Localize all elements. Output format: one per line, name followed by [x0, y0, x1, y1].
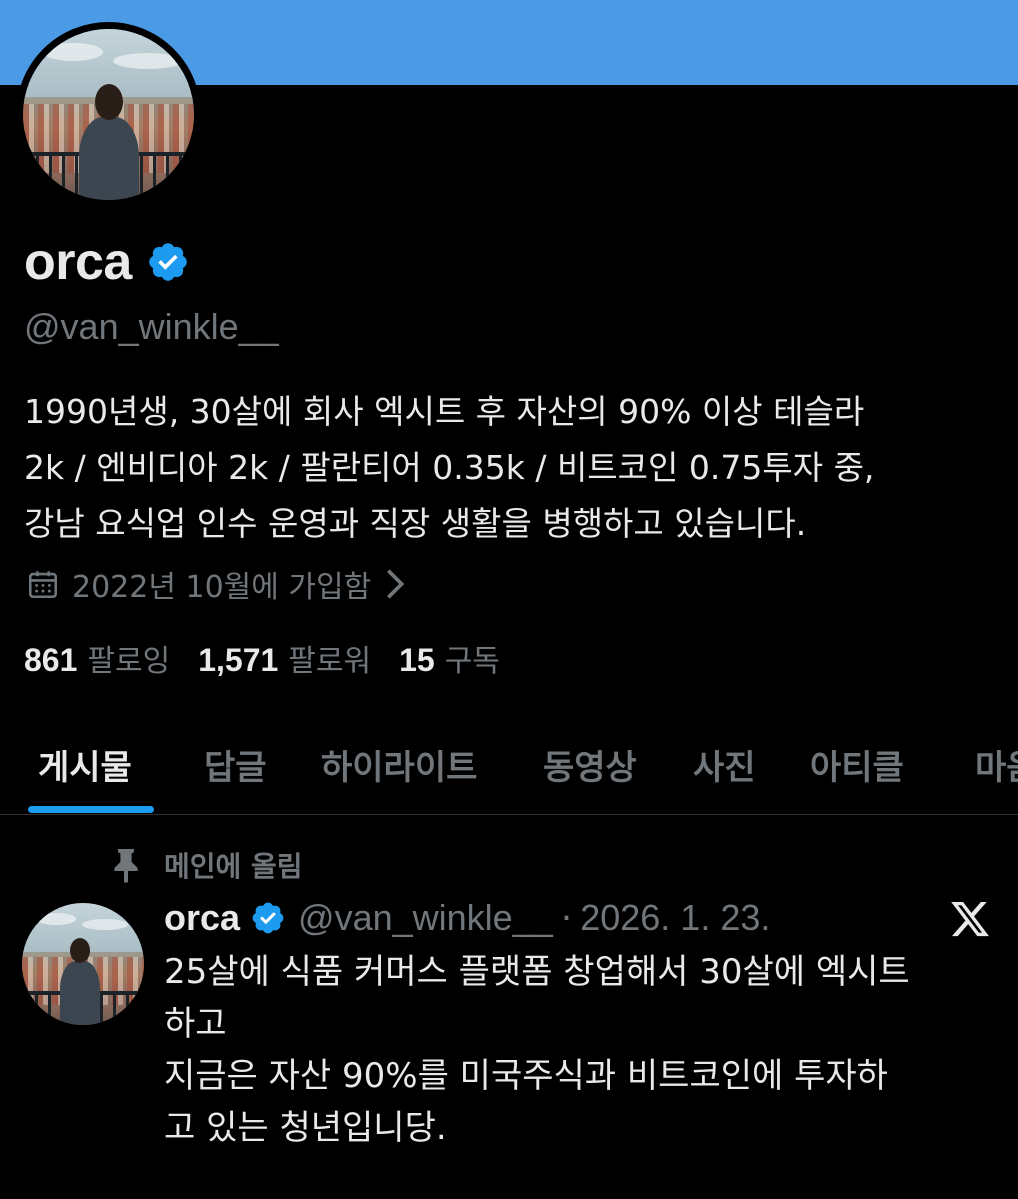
- bio-line: 2k / 엔비디아 2k / 팔란티어 0.35k / 비트코인 0.75투자 …: [24, 448, 875, 487]
- tweet-author-avatar[interactable]: [22, 903, 144, 1025]
- profile-tabs: 게시물 답글 하이라이트 동영상 사진 아티클 마음: [0, 710, 1018, 814]
- tweet-date[interactable]: 2026. 1. 23.: [580, 897, 770, 939]
- verified-badge-icon[interactable]: [146, 240, 190, 284]
- profile-display-name: orca: [24, 233, 132, 291]
- following-stat[interactable]: 861 팔로잉: [24, 636, 170, 680]
- tabs-divider: [0, 814, 1018, 815]
- profile-avatar[interactable]: [16, 22, 201, 207]
- tab-replies[interactable]: 답글: [204, 740, 267, 789]
- tab-likes[interactable]: 마음: [975, 740, 1018, 789]
- pinned-label-row: 메인에 올림: [112, 845, 303, 885]
- tweet-header: orca @van_winkle__ · 2026. 1. 23.: [164, 897, 770, 939]
- subscriptions-count: 15: [399, 642, 435, 678]
- tab-photos[interactable]: 사진: [693, 740, 756, 789]
- tweet-text-line: 하고: [164, 1004, 227, 1044]
- subscriptions-label: 구독: [444, 644, 500, 679]
- tab-articles[interactable]: 아티클: [810, 740, 904, 789]
- pinned-label: 메인에 올림: [164, 850, 303, 883]
- active-tab-indicator: [28, 806, 154, 813]
- tweet-author-name[interactable]: orca: [164, 897, 240, 939]
- pin-icon: [114, 849, 138, 883]
- tweet-text-line: 지금은 자산 90%를 미국주식과 비트코인에 투자하: [164, 1056, 888, 1096]
- bio-line: 1990년생, 30살에 회사 엑시트 후 자산의 90% 이상 테슬라: [24, 392, 865, 431]
- tweet-text-line: 25살에 식품 커머스 플랫폼 창업해서 30살에 엑시트: [164, 952, 910, 992]
- profile-stats: 861 팔로잉 1,571 팔로워 15 구독: [24, 636, 528, 680]
- tweet-text-line: 고 있는 청년입니당.: [164, 1108, 447, 1148]
- tab-highlights[interactable]: 하이라이트: [321, 740, 477, 789]
- separator-dot: ·: [560, 897, 573, 939]
- profile-name-row: orca: [24, 232, 190, 292]
- joined-date-row[interactable]: 2022년 10월에 가입함: [26, 562, 417, 606]
- x-logo-icon: [951, 901, 989, 937]
- bio-line: 강남 요식업 인수 운영과 직장 생활을 병행하고 있습니다.: [24, 504, 807, 543]
- tweet-author-handle[interactable]: @van_winkle__: [298, 897, 553, 939]
- profile-handle: @van_winkle__: [24, 306, 279, 347]
- profile-bio: 1990년생, 30살에 회사 엑시트 후 자산의 90% 이상 테슬라 2k …: [24, 384, 1004, 552]
- followers-label: 팔로워: [288, 644, 372, 679]
- following-label: 팔로잉: [87, 644, 171, 679]
- tab-videos[interactable]: 동영상: [543, 740, 637, 789]
- chevron-right-icon: [387, 569, 405, 599]
- tweet-text: 25살에 식품 커머스 플랫폼 창업해서 30살에 엑시트 하고 지금은 자산 …: [164, 946, 994, 1154]
- following-count: 861: [24, 642, 78, 678]
- calendar-icon: [28, 571, 58, 599]
- joined-date-text: 2022년 10월에 가입함: [72, 570, 372, 605]
- verified-badge-icon[interactable]: [250, 900, 286, 936]
- subscriptions-stat[interactable]: 15 구독: [399, 636, 500, 680]
- followers-stat[interactable]: 1,571 팔로워: [198, 636, 371, 680]
- tab-posts[interactable]: 게시물: [38, 740, 132, 789]
- followers-count: 1,571: [198, 642, 279, 678]
